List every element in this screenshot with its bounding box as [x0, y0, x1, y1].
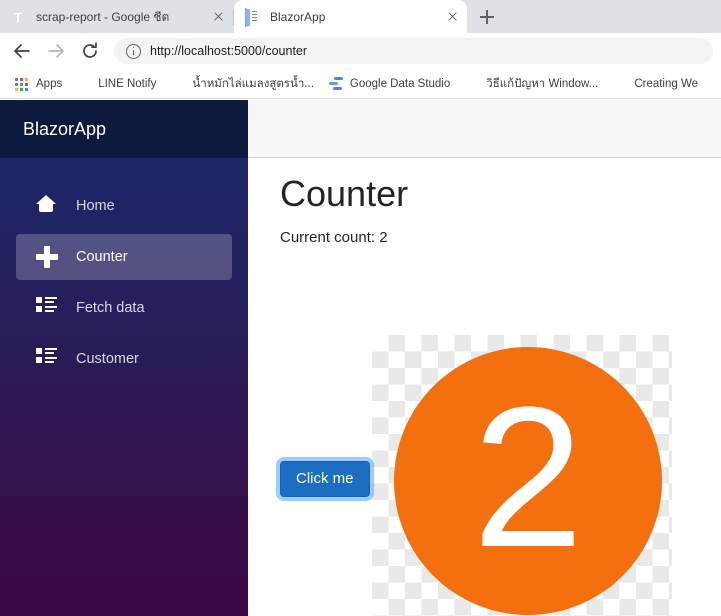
close-icon[interactable] [443, 8, 461, 26]
current-count-text: Current count: 2 [280, 229, 388, 246]
bookmark-label: Apps [36, 77, 63, 90]
address-bar[interactable]: http://localhost:5000/counter [114, 38, 713, 64]
bookmark-label: วิธีแก้ปัญหา Window... [486, 77, 599, 90]
sidebar-item-label: Home [76, 198, 115, 214]
bookmark-label: Creating We [634, 77, 699, 90]
bookmark-line-notify[interactable]: LINE Notify [70, 73, 162, 95]
bookmark-label: Google Data Studio [349, 77, 451, 90]
sidebar-item-label: Fetch data [76, 300, 145, 316]
list-icon [36, 297, 58, 319]
sidebar-item-home[interactable]: Home [16, 183, 232, 229]
browser-tab-scrap-report[interactable]: scrap-report - Google ชีต [0, 0, 233, 33]
forward-button[interactable] [42, 37, 70, 65]
new-tab-button[interactable] [473, 3, 501, 31]
orange-counter-circle-image: 2 [372, 335, 672, 616]
app-brand-title: BlazorApp [23, 119, 107, 139]
web-page: BlazorApp Home Counter Fetch data Custom… [0, 100, 721, 616]
bookmark-apps[interactable]: Apps [8, 73, 68, 95]
bookmark-google-data-studio[interactable]: Google Data Studio [322, 73, 456, 95]
sidebar-item-counter[interactable]: Counter [16, 234, 232, 280]
app-top-row [248, 100, 721, 158]
reload-icon [83, 42, 97, 58]
close-icon[interactable] [209, 8, 227, 26]
kapook-icon [464, 76, 480, 92]
sidebar-nav-list: Home Counter Fetch data Customer [0, 158, 248, 382]
bookmark-windows-fix[interactable]: วิธีแก้ปัญหา Window... [458, 73, 604, 95]
sidebar-item-label: Customer [76, 351, 139, 367]
page-title: Counter [280, 173, 409, 214]
data-studio-icon [328, 76, 344, 92]
browser-window: scrap-report - Google ชีต BlazorApp http… [0, 0, 721, 616]
browser-tab-title: BlazorApp [270, 9, 326, 24]
bookmark-label: LINE Notify [98, 77, 157, 90]
sidebar-item-label: Counter [76, 249, 128, 265]
back-button[interactable] [8, 37, 36, 65]
plus-icon [36, 246, 58, 268]
orange-circle: 2 [394, 347, 662, 615]
document-icon [245, 7, 261, 27]
apps-grid-icon [14, 76, 30, 92]
sidebar-item-customer[interactable]: Customer [16, 336, 232, 382]
ph-icon [612, 76, 628, 92]
bookmark-label: น้ำหมักไล่แมลงสูตรน้ำ... [192, 77, 314, 90]
bookmark-youtube-video[interactable]: น้ำหมักไล่แมลงสูตรน้ำ... [164, 73, 320, 95]
browser-tab-title: scrap-report - Google ชีต [36, 9, 170, 24]
app-sidebar: BlazorApp Home Counter Fetch data Custom… [0, 100, 248, 616]
home-icon [36, 195, 58, 217]
counter-page: Counter Current count: 2 2 Click me [248, 158, 721, 616]
click-me-button[interactable]: Click me [280, 461, 370, 497]
line-notify-icon [76, 76, 92, 92]
sidebar-header: BlazorApp [0, 100, 248, 158]
bookmarks-bar: Apps LINE Notify น้ำหมักไล่แมลงสูตรน้ำ..… [0, 69, 721, 99]
sidebar-item-fetch-data[interactable]: Fetch data [16, 285, 232, 331]
list-icon [36, 348, 58, 370]
browser-toolbar: http://localhost:5000/counter [0, 33, 721, 69]
info-icon[interactable] [126, 43, 141, 59]
browser-tab-blazorapp[interactable]: BlazorApp [234, 0, 467, 33]
reload-button[interactable] [76, 37, 104, 65]
app-content-area: Counter Current count: 2 2 Click me [248, 100, 721, 616]
youtube-icon [170, 76, 186, 92]
browser-tab-strip: scrap-report - Google ชีต BlazorApp [0, 0, 721, 33]
address-bar-url: http://localhost:5000/counter [150, 44, 308, 58]
bookmark-creating-we[interactable]: Creating We [606, 73, 704, 95]
arrow-right-icon [48, 44, 64, 58]
google-sheets-icon [11, 9, 27, 25]
arrow-left-icon [14, 44, 30, 58]
counter-image-number: 2 [472, 366, 584, 589]
